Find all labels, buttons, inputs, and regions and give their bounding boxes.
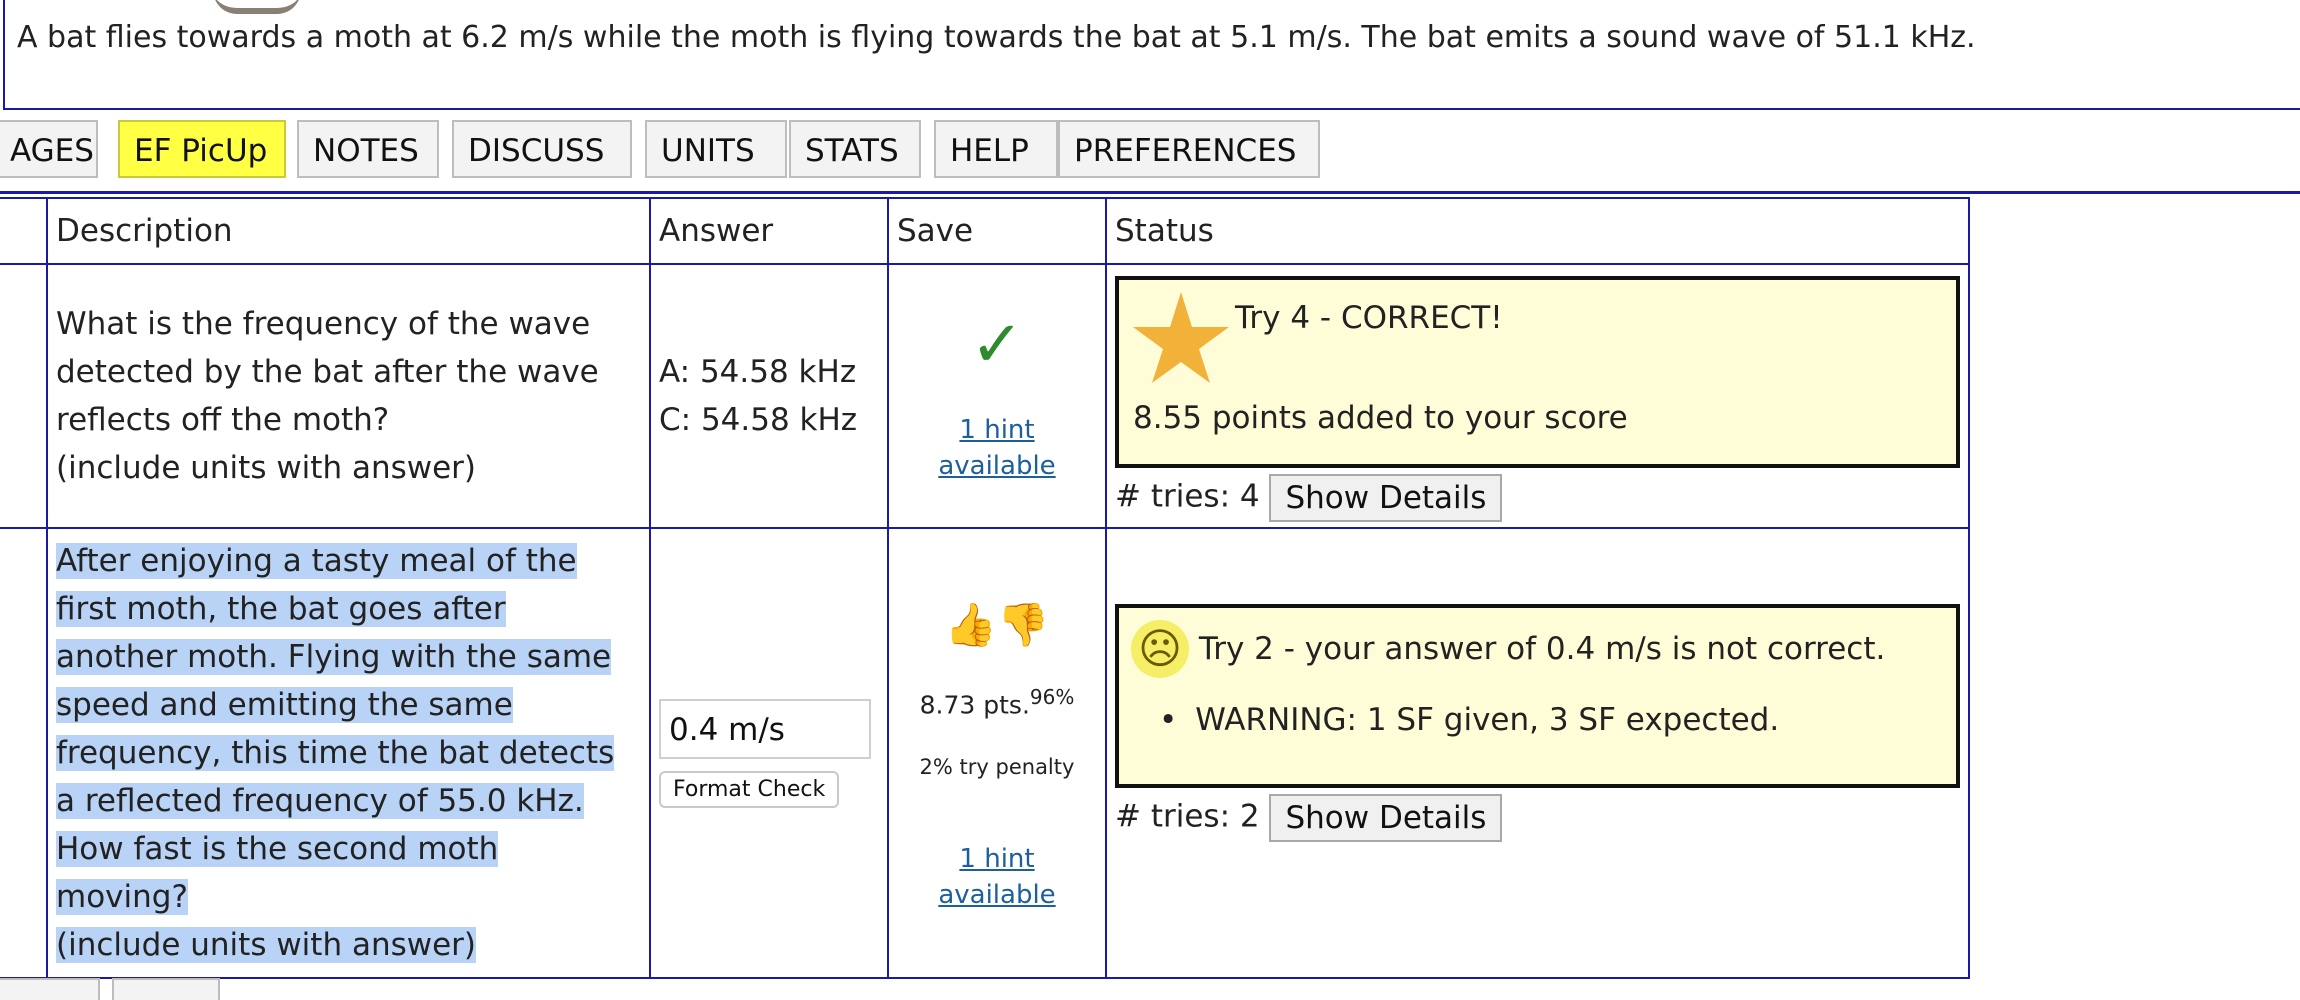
- tab-units[interactable]: UNITS: [645, 120, 787, 178]
- header-answer: Answer: [649, 197, 889, 265]
- table-header-row: : Description Answer Save Status: [0, 197, 1970, 265]
- description-line: speed and emitting the same: [56, 687, 513, 723]
- answer-correct: C: 54.58 kHz: [659, 402, 858, 438]
- description-line: After enjoying a tasty meal of the: [56, 543, 577, 579]
- problem-text: A bat flies towards a moth at 6.2 m/s wh…: [17, 20, 1976, 55]
- description-line: frequency, this time the bat detects: [56, 735, 615, 771]
- star-icon: [1133, 292, 1229, 383]
- save-cell-2: 👍👎 8.73 pts.96% 2% try penalty 1 hint av…: [887, 527, 1107, 979]
- show-details-button[interactable]: Show Details: [1269, 794, 1503, 842]
- header-save: Save: [887, 197, 1107, 265]
- format-check-button[interactable]: Format Check: [659, 770, 840, 808]
- description-line: another moth. Flying with the same: [56, 639, 612, 675]
- tries-count: # tries: 2: [1115, 798, 1260, 835]
- tries-row: # tries: 4 Show Details: [1115, 474, 1960, 522]
- tab-ef-picup[interactable]: EF PicUp: [118, 120, 286, 178]
- tab-discuss[interactable]: DISCUSS: [452, 120, 632, 178]
- question-description-2: After enjoying a tasty meal of the first…: [46, 527, 651, 979]
- tab-notes[interactable]: NOTES: [297, 120, 439, 178]
- try-penalty: 2% try penalty: [919, 755, 1075, 780]
- status-title: Try 4 - CORRECT!: [1235, 300, 1503, 336]
- row-num-cell: [0, 263, 48, 529]
- hint-link[interactable]: 1 hint available: [938, 415, 1055, 481]
- status-box-correct: Try 4 - CORRECT! 8.55 points added to yo…: [1115, 276, 1960, 468]
- tries-count: # tries: 4: [1115, 478, 1260, 515]
- status-line: ☹ Try 2 - your answer of 0.4 m/s is not …: [1131, 620, 1885, 678]
- warning-item: • WARNING: 1 SF given, 3 SF expected.: [1159, 702, 1779, 738]
- description-line: reflects off the moth?: [56, 402, 390, 438]
- row-num-cell: [0, 527, 48, 979]
- bottom-button-fragment[interactable]: [0, 978, 100, 1000]
- header-num: :: [0, 197, 48, 265]
- frown-face-icon: ☹: [1131, 620, 1189, 678]
- tab-pages[interactable]: AGES: [0, 120, 98, 178]
- table-row: What is the frequency of the wave detect…: [0, 263, 1970, 529]
- status-detail: 8.55 points added to your score: [1133, 400, 1628, 436]
- thumbs-up-icon[interactable]: 👍: [945, 600, 997, 649]
- tab-underline: [0, 191, 2300, 194]
- question-description-1: What is the frequency of the wave detect…: [46, 263, 651, 529]
- question-table: : Description Answer Save Status What is…: [0, 197, 1970, 979]
- rating-buttons: 👍👎: [897, 595, 1097, 655]
- points-text: 8.73 pts.: [919, 690, 1030, 720]
- hint-link[interactable]: 1 hint available: [938, 844, 1055, 910]
- tab-help[interactable]: HELP: [934, 120, 1058, 178]
- description-line: a reflected frequency of 55.0 kHz.: [56, 783, 584, 819]
- tab-preferences[interactable]: PREFERENCES: [1058, 120, 1320, 178]
- status-title: Try 2 - your answer of 0.4 m/s is not co…: [1198, 631, 1886, 667]
- answer-cell-1: A: 54.58 kHz C: 54.58 kHz: [649, 263, 889, 529]
- description-line: first moth, the bat goes after: [56, 591, 506, 627]
- answer-input[interactable]: 0.4 m/s: [659, 698, 871, 759]
- description-line: How fast is the second moth: [56, 831, 499, 867]
- header-description: Description: [46, 197, 651, 265]
- status-cell-1: Try 4 - CORRECT! 8.55 points added to yo…: [1105, 263, 1970, 529]
- show-details-button[interactable]: Show Details: [1269, 474, 1503, 522]
- save-cell-1: ✓ 1 hint available: [887, 263, 1107, 529]
- header-status: Status: [1105, 197, 1970, 265]
- checkmark-icon: ✓: [970, 308, 1024, 382]
- answer-cell-2: 0.4 m/s Format Check: [649, 527, 889, 979]
- bat-image-fragment: [213, 0, 301, 14]
- description-line: detected by the bat after the wave: [56, 354, 599, 390]
- bullet: •: [1159, 702, 1178, 738]
- description-line: (include units with answer): [56, 927, 477, 963]
- bottom-button-fragment[interactable]: [112, 978, 220, 1000]
- warning-text: WARNING: 1 SF given, 3 SF expected.: [1195, 702, 1780, 738]
- description-line: moving?: [56, 879, 188, 915]
- points-value: 8.73 pts.96%: [897, 685, 1097, 719]
- tab-stats[interactable]: STATS: [789, 120, 921, 178]
- tries-row: # tries: 2 Show Details: [1115, 794, 1960, 842]
- status-box-incorrect: ☹ Try 2 - your answer of 0.4 m/s is not …: [1115, 604, 1960, 788]
- thumbs-down-icon[interactable]: 👎: [997, 600, 1049, 649]
- description-line: What is the frequency of the wave: [56, 306, 591, 342]
- table-row: After enjoying a tasty meal of the first…: [0, 527, 1970, 979]
- status-cell-2: ☹ Try 2 - your answer of 0.4 m/s is not …: [1105, 527, 1970, 979]
- answer-attempt: A: 54.58 kHz: [659, 354, 857, 390]
- points-percent: 96%: [1029, 684, 1075, 709]
- description-line: (include units with answer): [56, 450, 477, 486]
- problem-statement-box: A bat flies towards a moth at 6.2 m/s wh…: [3, 0, 2300, 110]
